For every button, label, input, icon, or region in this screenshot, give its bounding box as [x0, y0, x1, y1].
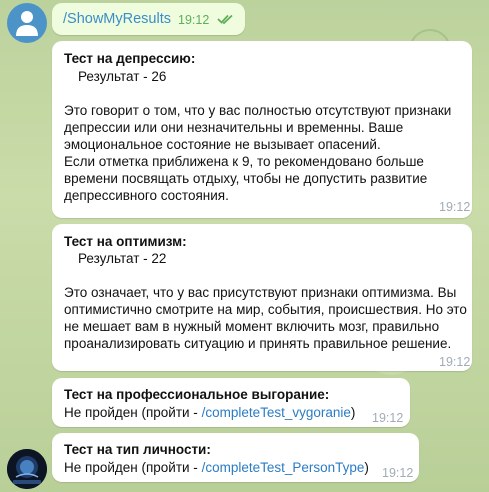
description-line: проанализировать ситуацию и принять прав… — [64, 336, 452, 351]
test-title: Тест на профессиональное выгорание: — [64, 387, 330, 402]
bot-message[interactable]: Тест на депрессию: Результат - 26 Это го… — [52, 41, 472, 218]
message-time: 19:12 — [178, 13, 210, 27]
message-time: 19:12 — [439, 200, 471, 214]
message-text: /ShowMyResults — [63, 11, 171, 27]
test-title: Тест на тип личности: — [64, 442, 211, 457]
status-suffix: ) — [364, 460, 369, 475]
double-check-icon — [217, 14, 233, 25]
description-line: оптимистично смотрите на мир, события, п… — [64, 302, 467, 317]
description-line: времени посвящать отдыху, чтобы не допус… — [64, 171, 428, 186]
message-time: 19:12 — [382, 466, 414, 480]
description-line: Это означает, что у вас присутствуют при… — [64, 285, 457, 300]
test-status: Не пройден (пройти - /completeTest_Perso… — [64, 460, 369, 475]
description-line: депрессии или они незначительны и времен… — [64, 120, 404, 135]
bot-message[interactable]: Тест на тип личности: Не пройден (пройти… — [52, 433, 419, 482]
complete-test-link[interactable]: /completeTest_PersonType — [202, 460, 365, 475]
outgoing-message[interactable]: /ShowMyResults 19:12 — [52, 3, 245, 35]
user-silhouette-icon — [16, 11, 38, 36]
message-time: 19:12 — [439, 355, 471, 369]
test-result: Результат - 22 — [78, 251, 167, 266]
bot-message[interactable]: Тест на профессиональное выгорание: Не п… — [52, 378, 410, 427]
description-line: депрессивного состояния. — [64, 188, 229, 203]
status-suffix: ) — [350, 405, 356, 420]
complete-test-link[interactable]: /completeTest_vygoranie — [202, 405, 351, 420]
test-result: Результат - 26 — [78, 69, 167, 84]
message-time: 19:12 — [372, 411, 404, 425]
status-prefix: Не пройден (пройти - — [64, 405, 202, 420]
test-status: Не пройден (пройти - /completeTest_vygor… — [64, 405, 355, 420]
bot-avatar-image — [7, 449, 47, 489]
bot-avatar[interactable] — [7, 449, 47, 489]
description-line: не мешает вам в нужный момент включить м… — [64, 319, 440, 334]
bot-message[interactable]: Тест на оптимизм: Результат - 22 Это озн… — [52, 224, 472, 371]
description-line: эмоциональное состояние не вызывает опас… — [64, 137, 381, 152]
test-title: Тест на депрессию: — [64, 51, 196, 66]
description-line: Это говорит о том, что у вас полностью о… — [64, 103, 452, 118]
test-title: Тест на оптимизм: — [64, 234, 187, 249]
description-line: Если отметка приближена к 9, то рекоменд… — [64, 154, 424, 169]
user-avatar[interactable] — [7, 3, 47, 43]
status-prefix: Не пройден (пройти - — [64, 460, 202, 475]
